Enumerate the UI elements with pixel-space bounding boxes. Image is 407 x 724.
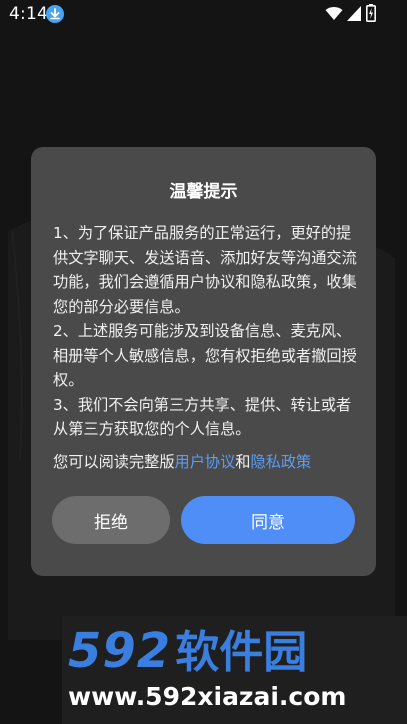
app-screen: 4:14 温馨提示 1、为了保证产品服务的正常运行，更好的提供文字聊天、发送语音…: [0, 0, 407, 724]
battery-charging-icon: [366, 4, 376, 22]
agreement-links-line: 您可以阅读完整版用户协议和隐私政策: [53, 451, 358, 473]
dialog-paragraph-1: 1、为了保证产品服务的正常运行，更好的提供文字聊天、发送语音、添加好友等沟通交流…: [53, 224, 357, 316]
watermark-url: www.592xiazai.com: [68, 682, 347, 711]
dialog-paragraph-3: 3、我们不会向第三方共享、提供、转让或者从第三方获取您的个人信息。: [53, 395, 352, 439]
signal-icon: [347, 6, 361, 21]
privacy-dialog: 温馨提示 1、为了保证产品服务的正常运行，更好的提供文字聊天、发送语音、添加好友…: [31, 147, 376, 576]
watermark-logo-mark: 592软件园: [68, 624, 307, 678]
dialog-title: 温馨提示: [169, 182, 238, 202]
refuse-button[interactable]: 拒绝: [52, 496, 170, 544]
read-prefix-text: 您可以阅读完整版: [53, 453, 175, 471]
status-bar: 4:14: [0, 0, 407, 28]
dialog-paragraph-2: 2、上述服务可能涉及到设备信息、麦克风、相册等个人敏感信息，您有权拒绝或者撤回授…: [53, 322, 357, 389]
wifi-icon: [325, 7, 343, 20]
status-time: 4:14: [9, 4, 48, 24]
privacy-policy-link[interactable]: 隐私政策: [250, 453, 311, 471]
watermark-number: 592: [68, 623, 172, 679]
dialog-body: 1、为了保证产品服务的正常运行，更好的提供文字聊天、发送语音、添加好友等沟通交流…: [53, 221, 358, 442]
agree-button[interactable]: 同意: [181, 496, 355, 544]
user-agreement-link[interactable]: 用户协议: [175, 453, 236, 471]
watermark-text: 软件园: [175, 627, 308, 678]
watermark-logo: 592软件园 www.592xiazai.com: [62, 616, 407, 724]
conjunction-text: 和: [235, 453, 251, 471]
download-icon: [46, 5, 64, 23]
